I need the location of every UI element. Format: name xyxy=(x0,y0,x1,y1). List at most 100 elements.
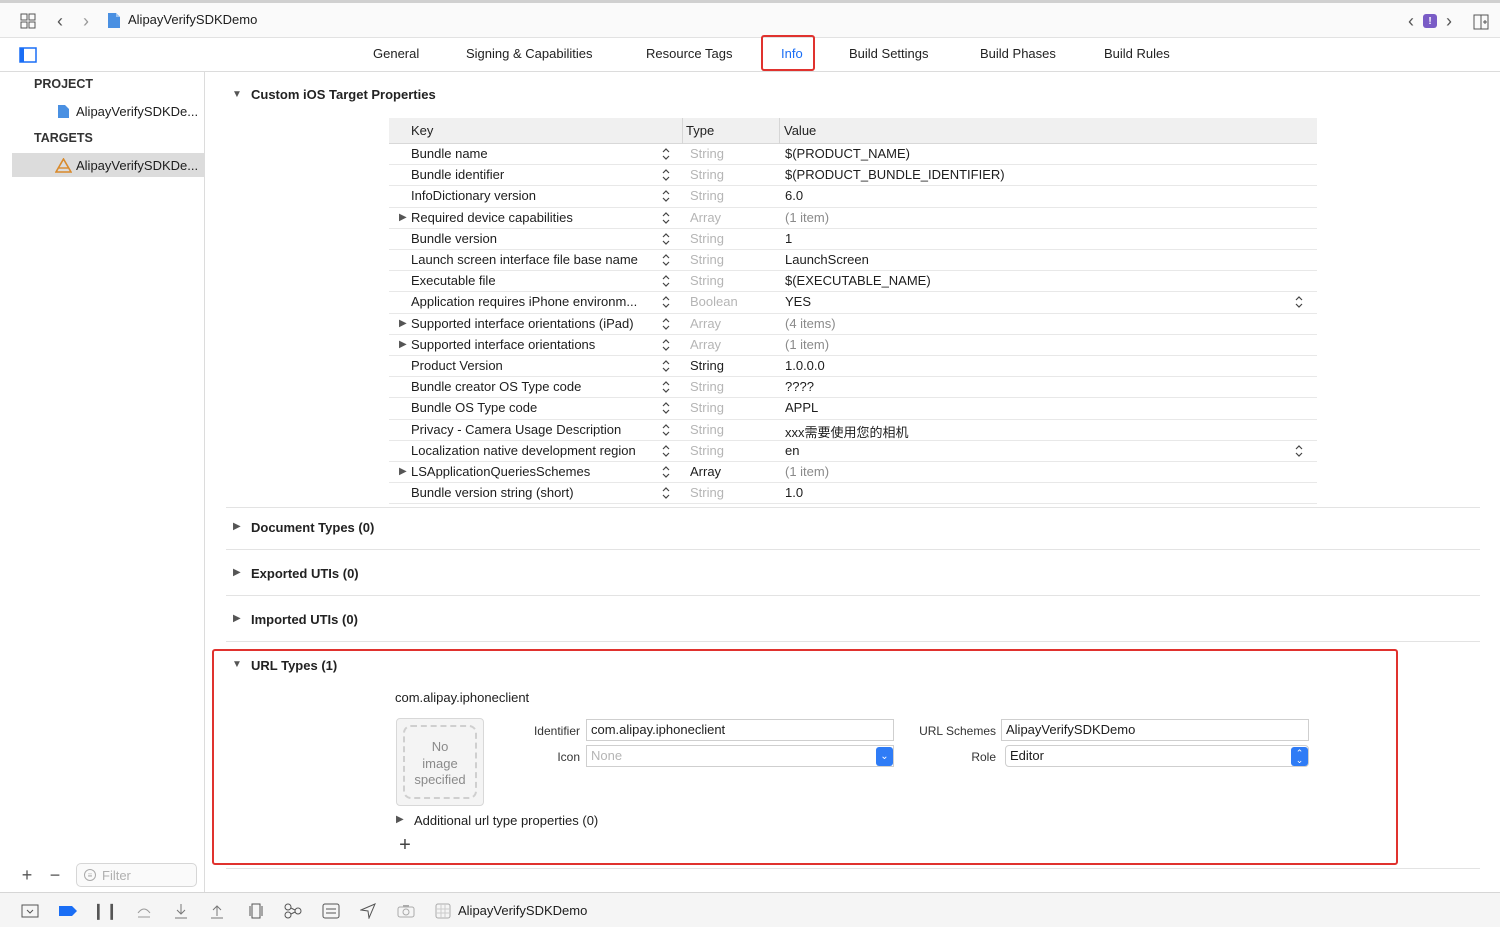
row-value[interactable]: (1 item) xyxy=(785,210,829,225)
row-key[interactable]: Launch screen interface file base name xyxy=(411,252,656,267)
row-value[interactable]: ???? xyxy=(785,379,814,394)
row-type[interactable]: Array xyxy=(690,210,721,225)
disclosure-closed-icon[interactable]: ▶ xyxy=(233,567,241,578)
updown-chevron-icon[interactable] xyxy=(661,400,671,416)
row-key[interactable]: InfoDictionary version xyxy=(411,188,656,203)
column-header-key[interactable]: Key xyxy=(411,123,433,138)
tab-build-settings[interactable]: Build Settings xyxy=(849,46,929,61)
updown-chevron-icon[interactable] xyxy=(661,273,671,289)
table-row[interactable]: Localization native development region St… xyxy=(389,441,1317,462)
row-type[interactable]: Array xyxy=(690,464,721,479)
filter-field[interactable]: ≡ Filter xyxy=(76,863,197,887)
updown-chevron-icon[interactable] xyxy=(661,294,671,310)
breakpoints-icon[interactable] xyxy=(58,901,78,921)
updown-chevron-icon[interactable] xyxy=(661,358,671,374)
table-row[interactable]: Bundle version String 1 xyxy=(389,229,1317,250)
column-header-type[interactable]: Type xyxy=(686,123,714,138)
row-key[interactable]: Required device capabilities xyxy=(411,210,656,225)
row-value[interactable]: YES xyxy=(785,294,811,309)
tab-resource-tags[interactable]: Resource Tags xyxy=(646,46,732,61)
hide-debug-area-icon[interactable] xyxy=(20,901,40,921)
row-key[interactable]: Bundle creator OS Type code xyxy=(411,379,656,394)
sidebar-item-target[interactable]: AlipayVerifySDKDe... xyxy=(12,153,204,177)
step-into-icon[interactable] xyxy=(171,901,191,921)
updown-chevron-icon[interactable] xyxy=(661,422,671,438)
view-hierarchy-icon[interactable] xyxy=(246,901,266,921)
remove-icon[interactable]: − xyxy=(46,865,64,885)
tab-general[interactable]: General xyxy=(373,46,419,61)
row-value[interactable]: 6.0 xyxy=(785,188,803,203)
updown-chevron-icon[interactable] xyxy=(661,188,671,204)
sidebar-toggle-icon[interactable] xyxy=(18,46,38,64)
updown-chevron-icon[interactable] xyxy=(661,231,671,247)
issue-prev-chevron-icon[interactable]: ‹ xyxy=(1404,11,1418,31)
disclosure-open-icon[interactable]: ▼ xyxy=(232,89,242,100)
updown-chevron-icon[interactable] xyxy=(661,316,671,332)
table-row[interactable]: Product Version String 1.0.0.0 xyxy=(389,356,1317,378)
row-value[interactable]: $(PRODUCT_BUNDLE_IDENTIFIER) xyxy=(785,167,1005,182)
step-out-icon[interactable] xyxy=(207,901,227,921)
row-key[interactable]: Bundle version string (short) xyxy=(411,485,656,500)
row-key[interactable]: Localization native development region xyxy=(411,443,656,458)
updown-chevron-icon[interactable] xyxy=(661,337,671,353)
row-value[interactable]: LaunchScreen xyxy=(785,252,869,267)
table-row[interactable]: Privacy - Camera Usage Description String… xyxy=(389,420,1317,441)
row-key[interactable]: Privacy - Camera Usage Description xyxy=(411,422,656,437)
row-type[interactable]: String xyxy=(690,146,724,161)
disclosure-closed-icon[interactable]: ▶ xyxy=(233,613,241,624)
row-type[interactable]: String xyxy=(690,443,724,458)
tab-build-rules[interactable]: Build Rules xyxy=(1104,46,1170,61)
camera-icon[interactable] xyxy=(396,901,416,921)
row-key[interactable]: Supported interface orientations xyxy=(411,337,656,352)
row-value[interactable]: (1 item) xyxy=(785,337,829,352)
row-type[interactable]: String xyxy=(690,167,724,182)
table-row[interactable]: Bundle creator OS Type code String???? xyxy=(389,377,1317,399)
row-type[interactable]: String xyxy=(690,400,724,415)
row-key[interactable]: Product Version xyxy=(411,358,656,373)
row-value[interactable]: (1 item) xyxy=(785,464,829,479)
add-editor-icon[interactable] xyxy=(1472,13,1490,31)
updown-chevron-icon[interactable] xyxy=(661,252,671,268)
back-chevron-icon[interactable]: ‹ xyxy=(50,11,70,31)
row-key[interactable]: Bundle identifier xyxy=(411,167,656,182)
updown-chevron-icon[interactable] xyxy=(661,443,671,459)
table-row[interactable]: ▶ Supported interface orientations Array (1… xyxy=(389,335,1317,356)
row-type[interactable]: String xyxy=(690,358,724,373)
row-value[interactable]: 1 xyxy=(785,231,792,246)
table-row[interactable]: Bundle version string (short) String 1.0 xyxy=(389,483,1317,505)
row-value[interactable]: 1.0.0.0 xyxy=(785,358,825,373)
disclosure-closed-icon[interactable]: ▶ xyxy=(399,466,407,477)
row-key[interactable]: Supported interface orientations (iPad) xyxy=(411,316,656,331)
updown-chevron-icon[interactable] xyxy=(661,379,671,395)
table-row[interactable]: Bundle OS Type code String APPL xyxy=(389,398,1317,420)
table-row[interactable]: Bundle name String $(PRODUCT_NAME) xyxy=(389,144,1317,166)
step-over-icon[interactable] xyxy=(134,901,154,921)
section-custom-properties[interactable]: Custom iOS Target Properties xyxy=(251,87,436,102)
table-row[interactable]: ▶ Required device capabilities Array (1 ite… xyxy=(389,208,1317,229)
row-type[interactable]: String xyxy=(690,485,724,500)
section-exported-utis[interactable]: Exported UTIs (0) xyxy=(251,566,359,581)
row-type[interactable]: String xyxy=(690,273,724,288)
row-key[interactable]: Bundle OS Type code xyxy=(411,400,656,415)
updown-chevron-icon[interactable] xyxy=(661,210,671,226)
row-type[interactable]: String xyxy=(690,379,724,394)
pause-icon[interactable]: ❙❙ xyxy=(92,901,119,921)
row-value[interactable]: (4 items) xyxy=(785,316,836,331)
table-row[interactable]: Executable file String $(EXECUTABLE_NAME) xyxy=(389,271,1317,293)
table-row[interactable]: Launch screen interface file base name St… xyxy=(389,250,1317,272)
row-type[interactable]: String xyxy=(690,422,724,437)
disclosure-closed-icon[interactable]: ▶ xyxy=(399,339,407,350)
row-type[interactable]: Array xyxy=(690,337,721,352)
sidebar-item-project[interactable]: AlipayVerifySDKDe... xyxy=(12,99,204,123)
scheme-label[interactable]: AlipayVerifySDKDemo xyxy=(458,903,587,918)
row-value[interactable]: APPL xyxy=(785,400,818,415)
row-key[interactable]: Bundle version xyxy=(411,231,656,246)
disclosure-closed-icon[interactable]: ▶ xyxy=(399,212,407,223)
updown-chevron-icon[interactable] xyxy=(661,464,671,480)
issue-next-chevron-icon[interactable]: › xyxy=(1442,11,1456,31)
row-key[interactable]: Bundle name xyxy=(411,146,656,161)
row-type[interactable]: String xyxy=(690,188,724,203)
table-row[interactable]: Application requires iPhone environm... B… xyxy=(389,292,1317,314)
row-value[interactable]: en xyxy=(785,443,799,458)
row-key[interactable]: LSApplicationQueriesSchemes xyxy=(411,464,656,479)
